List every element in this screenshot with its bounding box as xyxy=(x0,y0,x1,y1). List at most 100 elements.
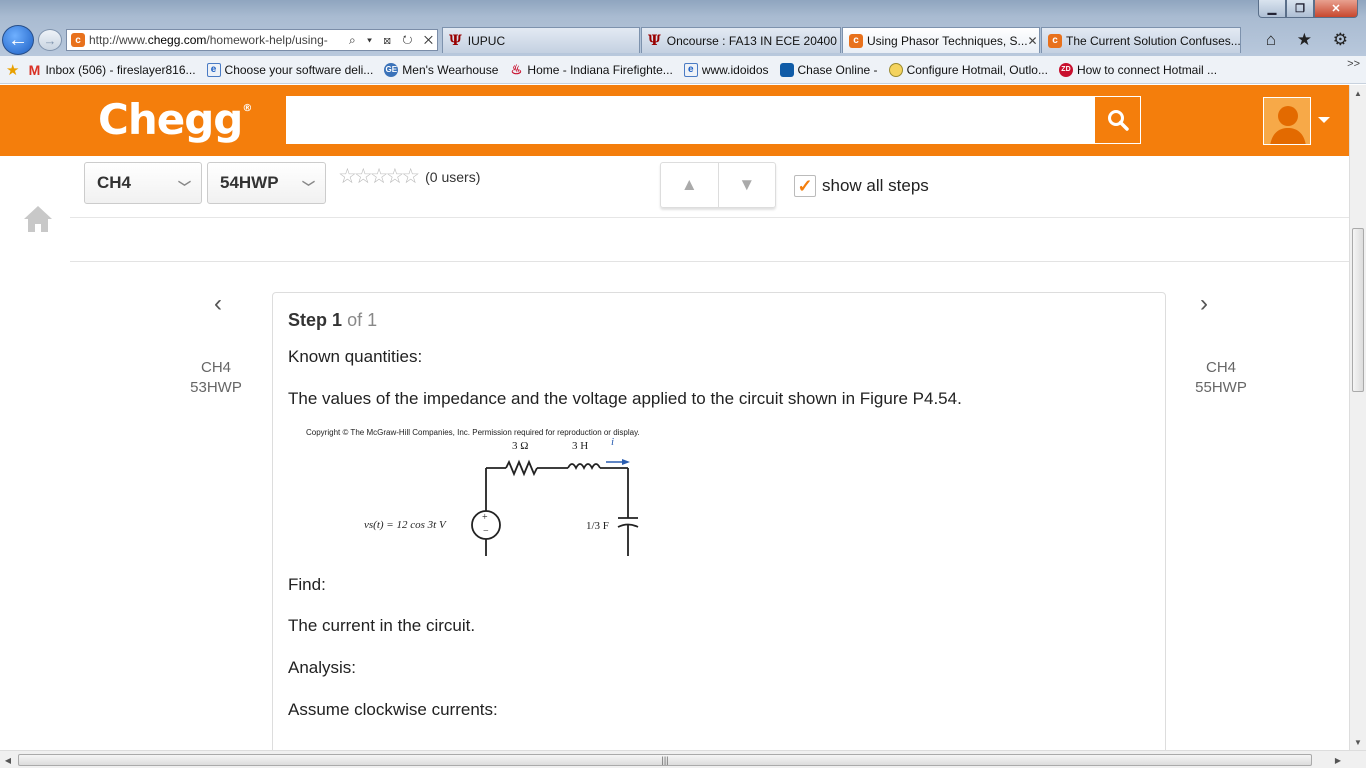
favorite-gmail[interactable]: M Inbox (506) - fireslayer816... xyxy=(27,61,196,78)
address-bar[interactable]: c http://www.chegg.com/homework-help/usi… xyxy=(66,29,438,51)
step-card: Step 1 of 1 Known quantities: The values… xyxy=(272,292,1166,762)
find-text: The current in the circuit. xyxy=(288,616,476,635)
address-bar-icons[interactable]: ⌕ ▾ ⊠ ↻ ✕ xyxy=(349,33,437,48)
forward-button[interactable]: → xyxy=(38,29,62,51)
minimize-icon[interactable]: ▁ xyxy=(1258,0,1286,18)
horizontal-scroll-thumb[interactable]: ||| xyxy=(18,754,1312,766)
chegg-c-icon: c xyxy=(849,33,863,48)
triangle-up-icon: ▲ xyxy=(680,175,698,194)
favorite-connect-hotmail[interactable]: ZD How to connect Hotmail ... xyxy=(1058,62,1217,77)
source-label: vs(t) = 12 cos 3t V xyxy=(364,519,446,531)
content-divider xyxy=(70,261,1350,262)
browser-titlebar: ▁ ❐ ✕ ← → c http://www.chegg.com/homewor… xyxy=(0,0,1366,56)
problem-value: 54HWP xyxy=(220,173,279,192)
chegg-logo[interactable]: Chegg® xyxy=(98,95,252,144)
zd-icon: ZD xyxy=(1058,62,1073,77)
show-all-steps[interactable]: ✓ show all steps xyxy=(794,175,929,197)
thumbs-down-button[interactable]: ▼ xyxy=(717,163,776,207)
vertical-scrollbar[interactable]: ▲ ▼ xyxy=(1349,85,1366,750)
favorite-label: Inbox (506) - fireslayer816... xyxy=(45,62,196,77)
scroll-left-icon[interactable]: ◀ xyxy=(0,752,16,768)
inductor-symbol xyxy=(567,463,601,471)
maximize-icon[interactable]: ❐ xyxy=(1286,0,1314,18)
favorite-mens-wearhouse[interactable]: GE Men's Wearhouse xyxy=(384,62,498,77)
search-button[interactable] xyxy=(1094,96,1141,144)
favorite-label: Home - Indiana Firefighte... xyxy=(527,62,673,77)
gmail-icon: M xyxy=(28,61,41,78)
favorite-chase[interactable]: Chase Online - xyxy=(779,62,878,77)
source-minus: − xyxy=(483,526,489,537)
tab-label: Oncourse : FA13 IN ECE 20400 ... xyxy=(666,33,841,48)
user-silhouette-icon xyxy=(1270,106,1306,144)
prev-chapter: CH4 xyxy=(200,359,231,376)
analysis-heading: Analysis: xyxy=(288,658,357,677)
favorite-label: Choose your software deli... xyxy=(224,62,374,77)
next-step-chevron-icon[interactable]: › xyxy=(1200,290,1208,318)
favorites-star-icon[interactable]: ★ xyxy=(6,61,19,79)
home-icon[interactable] xyxy=(22,204,54,234)
chapter-select[interactable]: CH4 ﹀ xyxy=(84,162,202,204)
tab-using-phasor[interactable]: c Using Phasor Techniques, S... ✕ xyxy=(842,27,1040,53)
next-chapter: CH4 xyxy=(1205,359,1236,376)
close-window-icon[interactable]: ✕ xyxy=(1314,0,1358,18)
next-problem-link[interactable]: CH4 55HWP xyxy=(1185,359,1257,396)
user-menu-caret-icon[interactable] xyxy=(1318,117,1330,123)
prev-problem-link[interactable]: CH4 53HWP xyxy=(180,359,252,396)
chase-icon xyxy=(779,62,794,77)
tab-oncourse[interactable]: Ψ Oncourse : FA13 IN ECE 20400 ... xyxy=(641,27,841,53)
address-url: http://www.chegg.com/homework-help/using… xyxy=(89,33,328,47)
solution-toolbar: CH4 ﹀ 54HWP ﹀ ☆☆☆☆☆ (0 users) ▲ ▼ ✓ show… xyxy=(70,156,1350,218)
back-button[interactable]: ← xyxy=(2,25,34,55)
tab-label: The Current Solution Confuses... xyxy=(1066,33,1241,48)
browser-nav-row: ← → c http://www.chegg.com/homework-help… xyxy=(0,24,1366,56)
source-plus: + xyxy=(482,512,488,523)
browser-tool-icons[interactable]: ⌂ ★ ⚙ xyxy=(1266,30,1356,50)
ie-page-icon: e xyxy=(206,62,221,77)
known-text: The values of the impedance and the volt… xyxy=(288,389,962,408)
figure-copyright: Copyright © The McGraw-Hill Companies, I… xyxy=(306,428,640,437)
chapter-value: CH4 xyxy=(97,173,132,192)
favorite-label: www.idoidos xyxy=(701,62,769,77)
prev-step-chevron-icon[interactable]: ‹ xyxy=(214,290,222,318)
problem-select[interactable]: 54HWP ﹀ xyxy=(207,162,326,204)
circuit-figure: Copyright © The McGraw-Hill Companies, I… xyxy=(306,426,706,556)
vertical-scroll-thumb[interactable] xyxy=(1352,228,1364,392)
find-heading: Find: xyxy=(288,575,326,594)
favorite-idoidos[interactable]: e www.idoidos xyxy=(683,62,769,77)
tab-label: IUPUC xyxy=(467,33,506,48)
circuit-diagram xyxy=(471,459,639,556)
tab-iupuc[interactable]: Ψ IUPUC xyxy=(442,27,640,53)
chegg-c-icon: c xyxy=(1048,33,1062,48)
favorites-bar: ★ M Inbox (506) - fireslayer816... e Cho… xyxy=(0,56,1366,84)
thumbs-up-button[interactable]: ▲ xyxy=(661,163,718,207)
globe-icon xyxy=(888,62,903,77)
current-label: i xyxy=(611,436,615,448)
vote-box: ▲ ▼ xyxy=(660,162,776,208)
tab-close-icon[interactable]: ✕ xyxy=(1028,34,1038,48)
rating-stars-icon[interactable]: ☆☆☆☆☆ xyxy=(338,164,420,189)
scroll-up-icon[interactable]: ▲ xyxy=(1350,85,1366,101)
tab-label: Using Phasor Techniques, S... xyxy=(867,33,1028,48)
rating: ☆☆☆☆☆ (0 users) xyxy=(338,164,480,189)
user-avatar[interactable] xyxy=(1263,97,1311,145)
chegg-header: Chegg® xyxy=(0,85,1350,156)
favorite-configure-hotmail[interactable]: Configure Hotmail, Outlo... xyxy=(888,62,1048,77)
horizontal-scrollbar[interactable]: ◀ ||| ▶ xyxy=(0,750,1366,768)
inductor-label: 3 H xyxy=(572,440,589,452)
step-label: Step 1 xyxy=(288,310,343,330)
search-input[interactable] xyxy=(286,96,1094,144)
scroll-right-icon[interactable]: ▶ xyxy=(1330,752,1346,768)
favorite-software[interactable]: e Choose your software deli... xyxy=(206,62,374,77)
favorite-firefighters[interactable]: ♨ Home - Indiana Firefighte... xyxy=(509,62,673,77)
scroll-down-icon[interactable]: ▼ xyxy=(1350,734,1366,750)
iu-trident-icon: Ψ xyxy=(648,32,661,49)
logo-mark: ® xyxy=(242,103,252,114)
analysis-text: Assume clockwise currents: xyxy=(288,700,498,719)
favorite-label: Configure Hotmail, Outlo... xyxy=(906,62,1048,77)
triangle-down-icon: ▼ xyxy=(738,175,756,194)
tab-current-solution[interactable]: c The Current Solution Confuses... xyxy=(1041,27,1241,53)
known-heading: Known quantities: xyxy=(288,347,423,366)
favorites-overflow-icon[interactable]: >> xyxy=(1347,58,1360,70)
ie-page-icon: e xyxy=(683,62,698,77)
checkbox-checked-icon[interactable]: ✓ xyxy=(794,175,816,197)
